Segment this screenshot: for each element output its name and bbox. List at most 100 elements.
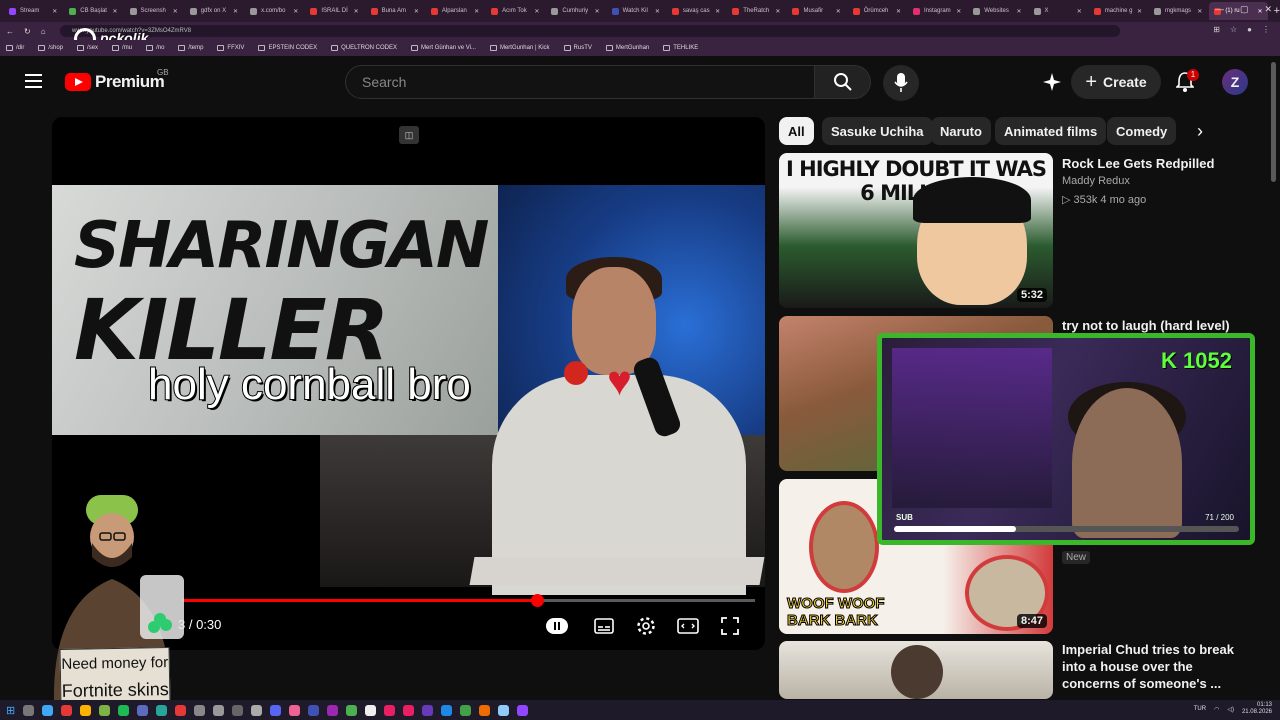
taskbar-app-icon[interactable] [80, 704, 92, 716]
bookmark-item[interactable]: TEHLIKE [663, 45, 698, 51]
chip-sasuke-uchiha[interactable]: Sasuke Uchiha [822, 117, 933, 145]
rec-title-1[interactable]: Rock Lee Gets Redpilled [1062, 155, 1214, 172]
taskbar-app-icon[interactable] [251, 704, 263, 716]
search-input[interactable]: Search [345, 65, 815, 99]
taskbar-app-icon[interactable] [422, 704, 434, 716]
avatar[interactable]: Z [1222, 69, 1248, 95]
taskbar-app-icon[interactable] [289, 704, 301, 716]
browser-tab[interactable]: Musafir ✕ [787, 2, 845, 20]
taskbar-app-icon[interactable] [365, 704, 377, 716]
taskbar-app-icon[interactable] [42, 704, 54, 716]
rec-title-4[interactable]: Imperial Chud tries to break into a hous… [1062, 641, 1234, 692]
browser-tab[interactable]: ISRAIL Dİ ✕ [305, 2, 363, 20]
progress-scrubber[interactable] [531, 594, 545, 607]
browser-tab[interactable]: Websites ✕ [968, 2, 1026, 20]
pause-button[interactable] [545, 615, 569, 637]
reload-icon[interactable]: ↻ [24, 27, 31, 36]
chevron-right-icon[interactable]: › [1186, 117, 1214, 145]
browser-tab[interactable]: savaş cas ✕ [667, 2, 725, 20]
bookmark-item[interactable]: RusTV [563, 45, 592, 51]
chip-all[interactable]: All [779, 117, 814, 145]
maximize-icon[interactable]: ▢ [1240, 4, 1249, 15]
rec-title-2[interactable]: try not to laugh (hard level) [1062, 317, 1230, 334]
bookmark-item[interactable]: /sex [77, 45, 98, 51]
browser-tab[interactable]: x.com/bo ✕ [245, 2, 303, 20]
bookmark-item[interactable]: /no [146, 45, 164, 51]
chip-animated-films[interactable]: Animated films [995, 117, 1107, 145]
taskbar-app-icon[interactable] [441, 704, 453, 716]
taskbar-app-icon[interactable] [232, 704, 244, 716]
browser-tab[interactable]: machine g ✕ [1089, 2, 1147, 20]
ambient-mode-icon[interactable]: ◫ [399, 126, 419, 144]
close-window-icon[interactable]: ✕ [1264, 4, 1272, 15]
extension-icon[interactable]: ⊞ [1213, 25, 1220, 34]
bookmark-item[interactable]: MertGunhan | Kick [489, 45, 550, 51]
close-tab-icon[interactable]: ✕ [956, 8, 961, 15]
close-tab-icon[interactable]: ✕ [1077, 8, 1082, 15]
bookmark-star-icon[interactable]: ☆ [1230, 25, 1237, 34]
back-icon[interactable]: ← [6, 27, 14, 36]
windows-start-icon[interactable]: ⊞ [6, 704, 15, 717]
close-tab-icon[interactable]: ✕ [534, 8, 539, 15]
close-tab-icon[interactable]: ✕ [293, 8, 298, 15]
browser-tab[interactable]: Instagram ✕ [908, 2, 966, 20]
taskbar-app-icon[interactable] [308, 704, 320, 716]
browser-tab[interactable]: mgkmags ✕ [1149, 2, 1207, 20]
profile-icon[interactable]: ● [1247, 25, 1252, 34]
chip-comedy[interactable]: Comedy [1107, 117, 1177, 145]
taskbar-app-icon[interactable] [61, 704, 73, 716]
tray-language[interactable]: TUR [1194, 706, 1206, 712]
chip-naruto[interactable]: Naruto [931, 117, 991, 145]
taskbar-app-icon[interactable] [23, 704, 35, 716]
browser-tab[interactable]: Acım Tok ✕ [486, 2, 544, 20]
close-tab-icon[interactable]: ✕ [173, 8, 178, 15]
browser-tab[interactable]: Cumhuriy ✕ [546, 2, 604, 20]
bookmark-item[interactable]: /mu [112, 45, 132, 51]
voice-search-button[interactable] [883, 65, 919, 101]
browser-tab[interactable]: Alparslan ✕ [426, 2, 484, 20]
clock[interactable]: 01:13 21.08.2026 [1242, 702, 1272, 716]
taskbar-app-icon[interactable] [479, 704, 491, 716]
taskbar-app-icon[interactable] [175, 704, 187, 716]
close-tab-icon[interactable]: ✕ [1137, 8, 1142, 15]
taskbar-app-icon[interactable] [346, 704, 358, 716]
rec-thumbnail-1[interactable]: I HIGHLY DOUBT IT WAS 6 MILLION 5:32 [779, 153, 1053, 308]
minimize-icon[interactable]: — [1215, 4, 1224, 15]
close-tab-icon[interactable]: ✕ [775, 8, 780, 15]
taskbar-app-icon[interactable] [194, 704, 206, 716]
bookmark-item[interactable]: EPSTEIN CODEX [258, 45, 317, 51]
close-tab-icon[interactable]: ✕ [474, 8, 479, 15]
bookmark-item[interactable]: Mert Günhan ve Vi... [411, 45, 476, 51]
menu-icon[interactable] [25, 74, 42, 88]
browser-tab[interactable]: Stream ✕ [4, 2, 62, 20]
taskbar-app-icon[interactable] [384, 704, 396, 716]
close-tab-icon[interactable]: ✕ [233, 8, 238, 15]
close-tab-icon[interactable]: ✕ [52, 8, 57, 15]
browser-tab[interactable]: Screensh ✕ [125, 2, 183, 20]
url-field[interactable]: www.youtube.com/watch?v=3ZMsO4ZmRV8 [60, 25, 1120, 37]
close-tab-icon[interactable]: ✕ [354, 8, 359, 15]
bookmark-item[interactable]: MertGunhan [605, 45, 649, 51]
page-scrollbar[interactable] [1271, 62, 1276, 182]
browser-tab[interactable]: Buna Am ✕ [366, 2, 424, 20]
browser-tab[interactable]: CB Başlat ✕ [64, 2, 122, 20]
browser-tab[interactable]: TheRatch ✕ [727, 2, 785, 20]
browser-tab[interactable]: Örümceh ✕ [848, 2, 906, 20]
taskbar-app-icon[interactable] [137, 704, 149, 716]
progress-bar[interactable] [182, 594, 755, 607]
settings-button[interactable] [634, 615, 658, 637]
close-tab-icon[interactable]: ✕ [1016, 8, 1021, 15]
subtitles-button[interactable] [592, 615, 616, 637]
rec-channel-1[interactable]: Maddy Redux [1062, 175, 1130, 187]
browser-tab[interactable]: gdfx on X ✕ [185, 2, 243, 20]
taskbar-app-icon[interactable] [99, 704, 111, 716]
taskbar-app-icon[interactable] [270, 704, 282, 716]
theater-mode-button[interactable] [676, 615, 700, 637]
close-tab-icon[interactable]: ✕ [655, 8, 660, 15]
taskbar-app-icon[interactable] [327, 704, 339, 716]
bookmark-item[interactable]: /dir [6, 45, 24, 51]
new-tab-icon[interactable]: + [1274, 5, 1280, 17]
browser-tab[interactable]: X ✕ [1029, 2, 1087, 20]
taskbar-app-icon[interactable] [156, 704, 168, 716]
create-button[interactable]: + Create [1071, 65, 1161, 99]
